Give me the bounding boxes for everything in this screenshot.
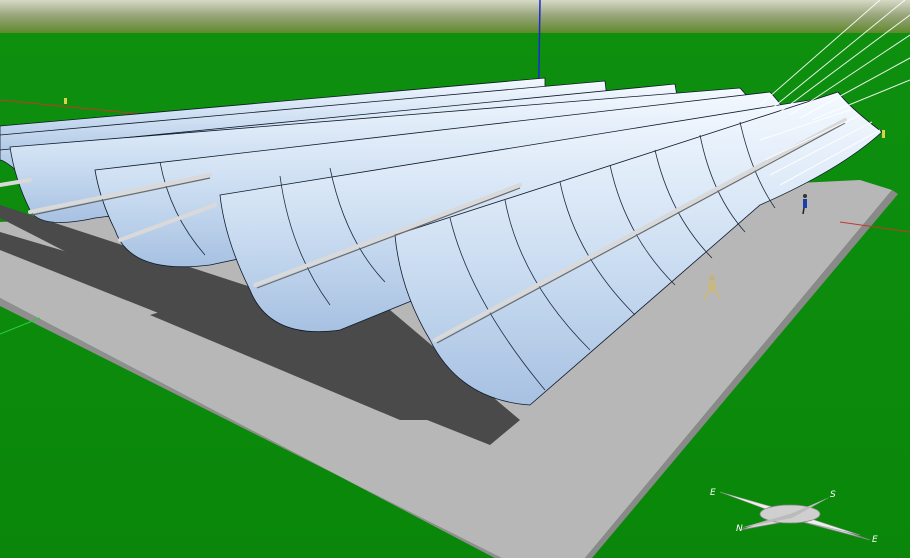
compass-label-s: S <box>830 490 836 500</box>
3d-viewport[interactable]: E S N E <box>0 0 910 558</box>
compass-label-e: E <box>872 535 878 545</box>
sky-band <box>0 0 910 33</box>
person-far-right[interactable] <box>882 130 885 138</box>
compass-label-n: N <box>736 524 743 534</box>
person-far-left[interactable] <box>64 98 67 104</box>
compass-label-w: E <box>710 488 716 498</box>
